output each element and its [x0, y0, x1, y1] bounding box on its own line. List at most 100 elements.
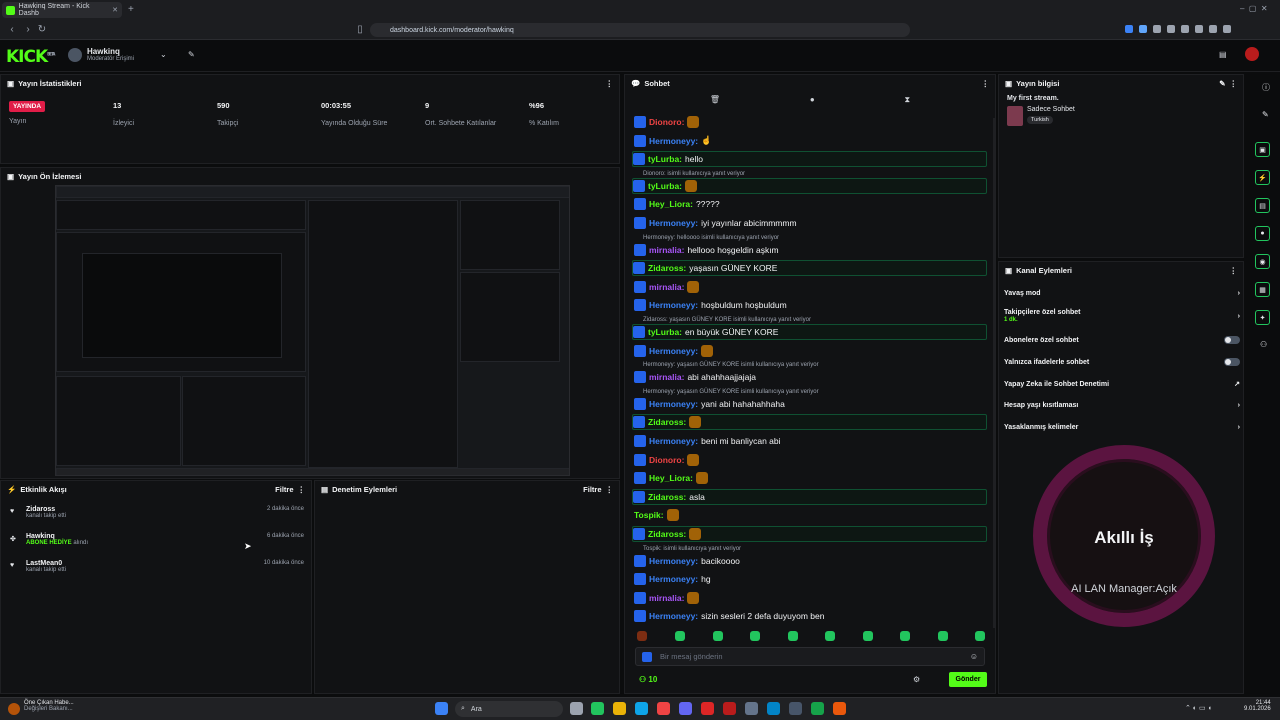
- chat-icon[interactable]: ●: [1255, 226, 1270, 241]
- clock[interactable]: 21:44 9.01.2026: [1244, 700, 1271, 712]
- browser-extensions[interactable]: [1125, 25, 1275, 35]
- chat-bubble-icon[interactable]: ●: [810, 95, 815, 105]
- whatsapp-icon[interactable]: [811, 702, 824, 715]
- chat-message[interactable]: mirnalia: abi ahahhaajjajaja: [634, 369, 989, 385]
- chat-username[interactable]: mirnalia:: [649, 282, 684, 292]
- chat-message[interactable]: Zidaross: yaşasın GÜNEY KORE: [632, 260, 987, 277]
- menu-icon[interactable]: ▤: [1219, 50, 1227, 59]
- copilot-icon[interactable]: [591, 702, 604, 715]
- quick-emote-icon[interactable]: [825, 631, 835, 641]
- recent-emote-icon[interactable]: [637, 631, 647, 641]
- pencil-icon[interactable]: ✎: [1262, 110, 1269, 119]
- chat-message[interactable]: Hermoneyy: hg: [634, 571, 989, 587]
- news-widget[interactable]: Öne Çıkan Habe... Değişleri Bakanı...: [24, 700, 74, 712]
- send-button[interactable]: Gönder: [949, 672, 987, 687]
- youtube-icon[interactable]: [723, 702, 736, 715]
- kick-logo[interactable]: KICKBETA: [6, 47, 55, 67]
- chat-username[interactable]: Tospik:: [634, 510, 664, 520]
- chat-username[interactable]: Hey_Liora:: [649, 473, 693, 483]
- url-field[interactable]: dashboard.kick.com/moderator/hawkinq: [370, 23, 910, 37]
- chatter-count[interactable]: ⚇ 10: [639, 675, 657, 684]
- task-view-icon[interactable]: [570, 702, 583, 715]
- chat-message[interactable]: Zidaross:: [632, 526, 987, 542]
- news-widget-icon[interactable]: [8, 703, 20, 715]
- chat-scrollbar[interactable]: [993, 118, 995, 628]
- chat-username[interactable]: Zidaross:: [648, 263, 686, 273]
- chat-username[interactable]: mirnalia:: [649, 245, 684, 255]
- pin-icon[interactable]: ✎: [188, 50, 195, 59]
- chat-message[interactable]: Hermoneyy: hoşbuldum hoşbuldum: [634, 297, 989, 313]
- chat-message[interactable]: Hey_Liora:?????: [634, 196, 989, 212]
- chat-message[interactable]: Tospik:: [634, 507, 989, 523]
- chat-message[interactable]: Zidaross:: [632, 414, 987, 431]
- obs-icon[interactable]: [833, 702, 846, 715]
- chat-message[interactable]: Zidaross: asla: [632, 488, 987, 505]
- moderation-filter-button[interactable]: Filtre: [583, 485, 601, 494]
- chat-username[interactable]: Hermoneyy:: [649, 399, 698, 409]
- quick-emote-icon[interactable]: [862, 631, 873, 641]
- chat-username[interactable]: Hermoneyy:: [649, 136, 698, 146]
- banned-words-row[interactable]: Yasaklanmış kelimeler ›: [1004, 424, 1240, 431]
- trash-icon[interactable]: 🗑: [710, 95, 720, 105]
- browser-tab[interactable]: Hawkinq Stream - Kick Dashb ✕: [2, 2, 122, 18]
- broadcast-icon[interactable]: ◉: [1255, 254, 1270, 269]
- chat-username[interactable]: Zidaross:: [648, 529, 686, 539]
- edge-icon[interactable]: [635, 702, 648, 715]
- chat-username[interactable]: Dionoro:: [649, 117, 684, 127]
- chat-message[interactable]: Hermoneyy: yani abi hahahahhaha: [634, 396, 989, 412]
- emote-picker-icon[interactable]: ☺: [970, 652, 978, 661]
- bookmark-icon[interactable]: ▯: [354, 24, 366, 35]
- window-controls[interactable]: – ▢ ✕: [1240, 4, 1268, 13]
- discord-icon[interactable]: [679, 702, 692, 715]
- chat-message[interactable]: Hermoneyy:: [634, 343, 989, 359]
- chat-username[interactable]: mirnalia:: [649, 593, 684, 603]
- subscribers-only-toggle[interactable]: [1224, 336, 1240, 344]
- chat-message[interactable]: tyLurba:: [632, 177, 987, 194]
- chat-username[interactable]: Zidaross:: [648, 492, 686, 502]
- close-tab-icon[interactable]: ✕: [112, 6, 118, 14]
- chat-message[interactable]: Hermoneyy: bacikoooo: [634, 553, 989, 569]
- chat-message[interactable]: Hermoneyy: sizin sesleri 2 defa duyuyom b…: [634, 608, 989, 624]
- chat-username[interactable]: tyLurba:: [648, 327, 682, 337]
- quick-emote-icon[interactable]: [975, 631, 985, 641]
- chat-message[interactable]: tyLurba: hello: [632, 151, 987, 168]
- photos-icon[interactable]: [767, 702, 780, 715]
- slow-mode-row[interactable]: Yavaş mod ›: [1004, 290, 1240, 297]
- bolt-icon[interactable]: ⚡: [1255, 170, 1270, 185]
- chat-message[interactable]: mirnalia:: [634, 590, 989, 606]
- reload-icon[interactable]: ↻: [36, 24, 48, 35]
- chevron-down-icon[interactable]: ⌄: [160, 50, 167, 59]
- more-icon[interactable]: ⋮: [1230, 79, 1238, 88]
- chat-message[interactable]: tyLurba: en büyük GÜNEY KORE: [632, 324, 987, 340]
- forward-icon[interactable]: ›: [22, 24, 34, 35]
- quick-emote-icon[interactable]: [787, 631, 798, 641]
- chat-settings-icon[interactable]: ⚙: [913, 675, 920, 684]
- back-icon[interactable]: ‹: [6, 24, 18, 35]
- chat-username[interactable]: mirnalia:: [649, 372, 684, 382]
- chat-username[interactable]: Hermoneyy:: [649, 300, 698, 310]
- emote-only-toggle[interactable]: [1224, 358, 1240, 366]
- steam-icon[interactable]: [745, 702, 758, 715]
- system-tray[interactable]: ⌃ ◐ ▭ ◖: [1185, 704, 1212, 712]
- hourglass-icon[interactable]: ⧗: [904, 95, 910, 105]
- more-icon[interactable]: ⋮: [298, 485, 306, 494]
- chat-username[interactable]: Zidaross:: [648, 417, 686, 427]
- chat-message[interactable]: Dionoro:: [634, 452, 989, 468]
- user-avatar[interactable]: [1245, 47, 1259, 61]
- more-icon[interactable]: ⋮: [1230, 266, 1238, 275]
- chat-username[interactable]: Hermoneyy:: [649, 346, 698, 356]
- taskbar-search[interactable]: ⌕ Ara: [455, 701, 563, 717]
- channel-switcher[interactable]: Hawkinq Moderatör Erişimi: [87, 47, 134, 62]
- chat-username[interactable]: Dionoro:: [649, 455, 684, 465]
- followers-only-row[interactable]: Takipçilere özel sohbet 1 dk. ›: [1004, 309, 1240, 323]
- add-widget-icon[interactable]: ⚇: [1260, 340, 1267, 349]
- chat-username[interactable]: tyLurba:: [648, 154, 682, 164]
- chat-message[interactable]: mirnalia: hellooo hoşgeldin aşkım: [634, 242, 989, 258]
- more-icon[interactable]: ⋮: [982, 79, 990, 88]
- chat-username[interactable]: Hermoneyy:: [649, 436, 698, 446]
- chat-message[interactable]: mirnalia:: [634, 279, 989, 295]
- opera-icon[interactable]: [701, 702, 714, 715]
- chat-username[interactable]: Hermoneyy:: [649, 611, 698, 621]
- brave-icon[interactable]: [657, 702, 670, 715]
- tools-icon[interactable]: ✦: [1255, 310, 1270, 325]
